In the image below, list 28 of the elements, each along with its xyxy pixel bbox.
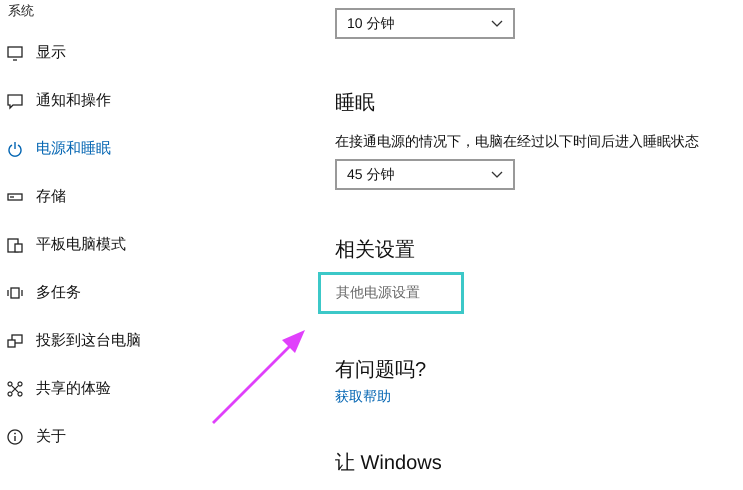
power-icon — [6, 140, 24, 158]
nodes-icon — [6, 380, 24, 398]
section-heading: 睡眠 — [335, 91, 375, 116]
help-link[interactable]: 获取帮助 — [335, 386, 391, 406]
section-heading: 让 Windows — [335, 451, 442, 476]
sidebar-item[interactable]: 多任务 — [0, 269, 200, 317]
sidebar-item[interactable]: 通知和操作 — [0, 77, 200, 125]
sidebar-item[interactable]: 平板电脑模式 — [0, 221, 200, 269]
dropdown[interactable]: 10 分钟 — [335, 8, 515, 39]
sidebar-item[interactable]: 共享的体验 — [0, 365, 200, 413]
chevron-down-icon — [491, 20, 503, 27]
sidebar-item[interactable]: 存储 — [0, 173, 200, 221]
dropdown[interactable]: 45 分钟 — [335, 159, 515, 190]
speech-bubble-icon — [6, 92, 24, 110]
sidebar-item[interactable]: 关于 — [0, 413, 200, 461]
screens-icon — [6, 332, 24, 350]
description-text: 在接通电源的情况下，电脑在经过以下时间后进入睡眠状态 — [335, 132, 699, 151]
section-heading: 相关设置 — [335, 238, 415, 263]
tablet-icon — [6, 236, 24, 254]
chevron-down-icon — [491, 171, 503, 178]
info-icon — [6, 428, 24, 446]
sidebar-item[interactable]: 显示 — [0, 29, 200, 77]
section-heading: 有问题吗? — [335, 358, 426, 383]
sidebar-header: 系统 — [7, 2, 35, 20]
sidebar-item[interactable]: 投影到这台电脑 — [0, 317, 200, 365]
monitor-icon — [6, 44, 24, 62]
power-settings-link[interactable]: 其他电源设置 — [336, 284, 420, 300]
sidebar-item[interactable]: 电源和睡眠 — [0, 125, 200, 173]
